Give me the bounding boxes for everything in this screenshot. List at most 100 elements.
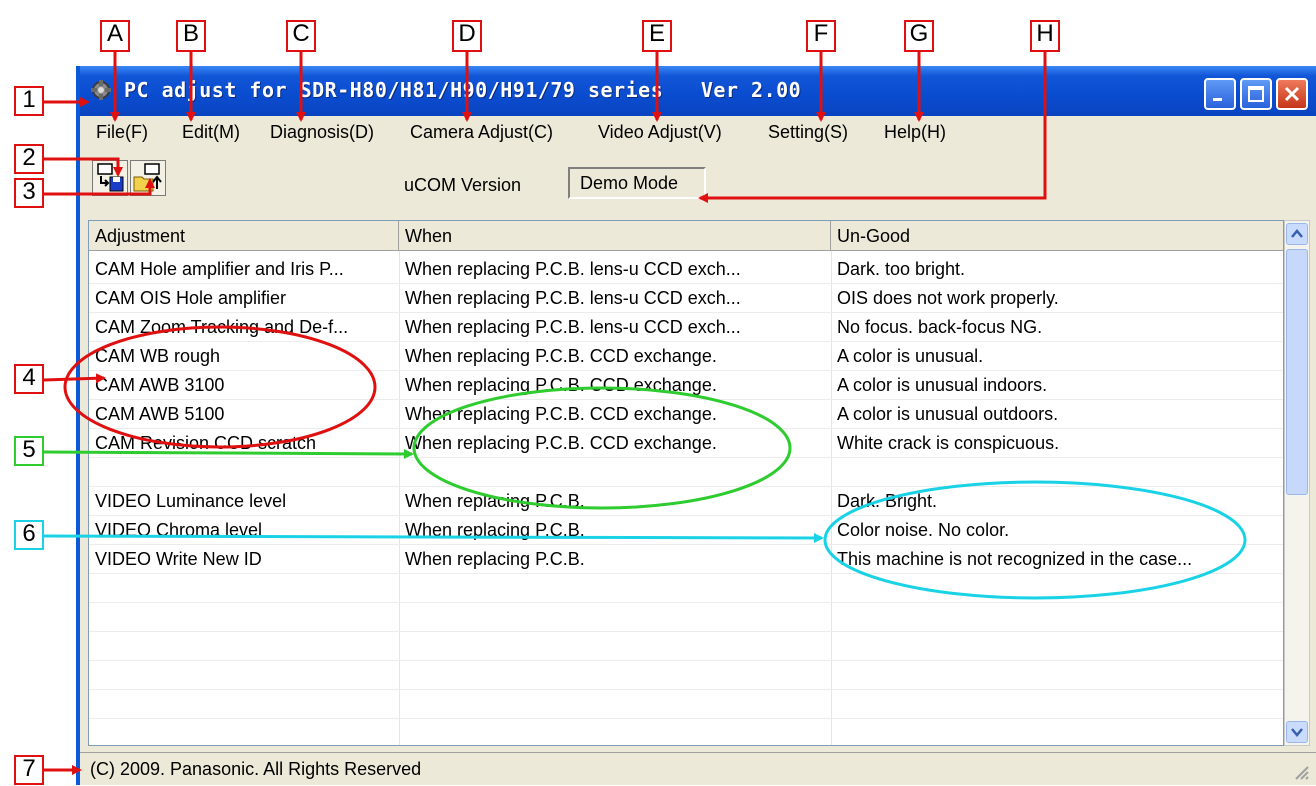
status-bar: (C) 2009. Panasonic. All Rights Reserved bbox=[80, 752, 1316, 786]
table-row[interactable] bbox=[89, 603, 1283, 632]
callout-6: 6 bbox=[14, 520, 44, 550]
table-row[interactable]: CAM AWB 3100 When replacing P.C.B. CCD ex… bbox=[89, 371, 1283, 400]
cell-when: When replacing P.C.B. CCD exchange. bbox=[405, 375, 717, 395]
cell-when bbox=[399, 458, 831, 487]
table-row[interactable] bbox=[89, 458, 1283, 487]
callout-c: C bbox=[286, 20, 316, 52]
cell-adjustment: VIDEO Chroma level bbox=[95, 520, 263, 540]
cell-un-good: A color is unusual. bbox=[837, 346, 984, 366]
table-row[interactable] bbox=[89, 661, 1283, 690]
close-icon bbox=[1284, 86, 1300, 102]
cell-when: When replacing P.C.B. lens-u CCD exch... bbox=[405, 259, 741, 279]
table-row[interactable] bbox=[89, 632, 1283, 661]
cell-when: When replacing P.C.B. bbox=[405, 549, 585, 569]
table-row[interactable] bbox=[89, 719, 1283, 745]
cell-un-good bbox=[831, 632, 1283, 661]
menu-file[interactable]: File(F) bbox=[96, 122, 148, 143]
table-row[interactable]: CAM Hole amplifier and Iris P... When rep… bbox=[89, 255, 1283, 284]
table-row[interactable]: CAM WB rough When replacing P.C.B. CCD ex… bbox=[89, 342, 1283, 371]
callout-d: D bbox=[452, 20, 482, 52]
cell-when: When replacing P.C.B. bbox=[405, 520, 585, 540]
cell-when bbox=[399, 603, 831, 632]
cell-when: When replacing P.C.B. CCD exchange. bbox=[405, 433, 717, 453]
cell-when bbox=[399, 574, 831, 603]
cell-un-good: A color is unusual outdoors. bbox=[837, 404, 1059, 424]
cell-adjustment: CAM OIS Hole amplifier bbox=[95, 288, 287, 308]
menu-video-adjust[interactable]: Video Adjust(V) bbox=[598, 122, 722, 143]
cell-adjustment bbox=[89, 690, 399, 719]
table-row[interactable]: CAM Zoom Tracking and De-f... When replac… bbox=[89, 313, 1283, 342]
callout-7: 7 bbox=[14, 755, 44, 785]
menu-edit[interactable]: Edit(M) bbox=[182, 122, 240, 143]
callout-b: B bbox=[176, 20, 206, 52]
vertical-scrollbar[interactable] bbox=[1284, 220, 1310, 746]
cell-un-good bbox=[831, 574, 1283, 603]
resize-grip-icon[interactable] bbox=[1290, 761, 1310, 781]
callout-5: 5 bbox=[14, 436, 44, 466]
cell-adjustment: CAM Revision CCD scratch bbox=[95, 433, 317, 453]
minimize-icon bbox=[1213, 98, 1222, 101]
column-header-adjustment[interactable]: Adjustment bbox=[89, 221, 399, 251]
callout-3: 3 bbox=[14, 178, 44, 208]
cell-un-good bbox=[831, 661, 1283, 690]
chevron-up-icon bbox=[1291, 229, 1303, 238]
cell-adjustment: CAM Zoom Tracking and De-f... bbox=[95, 317, 349, 337]
table-row[interactable]: VIDEO Luminance level When replacing P.C.… bbox=[89, 487, 1283, 516]
table-row[interactable] bbox=[89, 574, 1283, 603]
table-row[interactable]: CAM AWB 5100 When replacing P.C.B. CCD ex… bbox=[89, 400, 1283, 429]
cell-un-good: Color noise. No color. bbox=[837, 520, 1010, 540]
cell-adjustment: VIDEO Luminance level bbox=[95, 491, 287, 511]
cell-adjustment: CAM Hole amplifier and Iris P... bbox=[95, 259, 344, 279]
callout-4: 4 bbox=[14, 364, 44, 394]
maximize-button[interactable] bbox=[1240, 78, 1272, 110]
cell-adjustment: CAM WB rough bbox=[95, 346, 221, 366]
table-row[interactable]: CAM Revision CCD scratch When replacing P… bbox=[89, 429, 1283, 458]
cell-when: When replacing P.C.B. bbox=[405, 491, 585, 511]
cell-un-good bbox=[831, 690, 1283, 719]
callout-g: G bbox=[904, 20, 934, 52]
cell-un-good: A color is unusual indoors. bbox=[837, 375, 1048, 395]
cell-un-good bbox=[831, 719, 1283, 745]
cell-when bbox=[399, 719, 831, 745]
menu-diagnosis[interactable]: Diagnosis(D) bbox=[270, 122, 374, 143]
cell-when: When replacing P.C.B. CCD exchange. bbox=[405, 346, 717, 366]
scroll-down-button[interactable] bbox=[1286, 721, 1308, 743]
scroll-thumb[interactable] bbox=[1286, 249, 1308, 495]
open-file-button[interactable] bbox=[130, 160, 166, 196]
table-row[interactable]: VIDEO Write New ID When replacing P.C.B. T… bbox=[89, 545, 1283, 574]
adjustment-table: Adjustment When Un-Good CAM Hole amplifi… bbox=[88, 220, 1284, 746]
open-folder-icon bbox=[133, 163, 162, 192]
cell-adjustment bbox=[89, 632, 399, 661]
menu-camera-adjust[interactable]: Camera Adjust(C) bbox=[410, 122, 553, 143]
cell-when bbox=[399, 632, 831, 661]
cell-when: When replacing P.C.B. CCD exchange. bbox=[405, 404, 717, 424]
callout-h: H bbox=[1030, 20, 1060, 52]
table-row[interactable]: VIDEO Chroma level When replacing P.C.B. C… bbox=[89, 516, 1283, 545]
menu-help[interactable]: Help(H) bbox=[884, 122, 946, 143]
cell-un-good: Dark. too bright. bbox=[837, 259, 966, 279]
minimize-button[interactable] bbox=[1204, 78, 1236, 110]
column-header-when[interactable]: When bbox=[399, 221, 831, 251]
table-row[interactable]: CAM OIS Hole amplifier When replacing P.C… bbox=[89, 284, 1283, 313]
cell-un-good: OIS does not work properly. bbox=[837, 288, 1059, 308]
callout-2: 2 bbox=[14, 144, 44, 174]
menu-bar: File(F) Edit(M) Diagnosis(D) Camera Adju… bbox=[80, 116, 1316, 150]
close-button[interactable] bbox=[1276, 78, 1308, 110]
menu-setting[interactable]: Setting(S) bbox=[768, 122, 848, 143]
cell-un-good: No focus. back-focus NG. bbox=[837, 317, 1043, 337]
table-header: Adjustment When Un-Good bbox=[89, 221, 1283, 251]
cell-when: When replacing P.C.B. lens-u CCD exch... bbox=[405, 317, 741, 337]
cell-un-good: Dark. Bright. bbox=[837, 491, 938, 511]
title-bar[interactable]: PC adjust for SDR-H80/H81/H90/H91/79 ser… bbox=[80, 66, 1316, 116]
ucom-version-label: uCOM Version bbox=[404, 175, 522, 195]
cell-un-good: White crack is conspicuous. bbox=[837, 433, 1060, 453]
table-row[interactable] bbox=[89, 690, 1283, 719]
scroll-up-button[interactable] bbox=[1286, 223, 1308, 245]
column-header-un-good[interactable]: Un-Good bbox=[831, 221, 1283, 251]
save-to-file-button[interactable] bbox=[92, 160, 128, 196]
ucom-version-field: Demo Mode bbox=[568, 167, 706, 199]
cell-adjustment bbox=[89, 603, 399, 632]
cell-adjustment: CAM AWB 3100 bbox=[95, 375, 225, 395]
toolbar: uCOM Version Demo Mode bbox=[80, 150, 1316, 214]
window-title: PC adjust for SDR-H80/H81/H90/H91/79 ser… bbox=[124, 78, 802, 102]
